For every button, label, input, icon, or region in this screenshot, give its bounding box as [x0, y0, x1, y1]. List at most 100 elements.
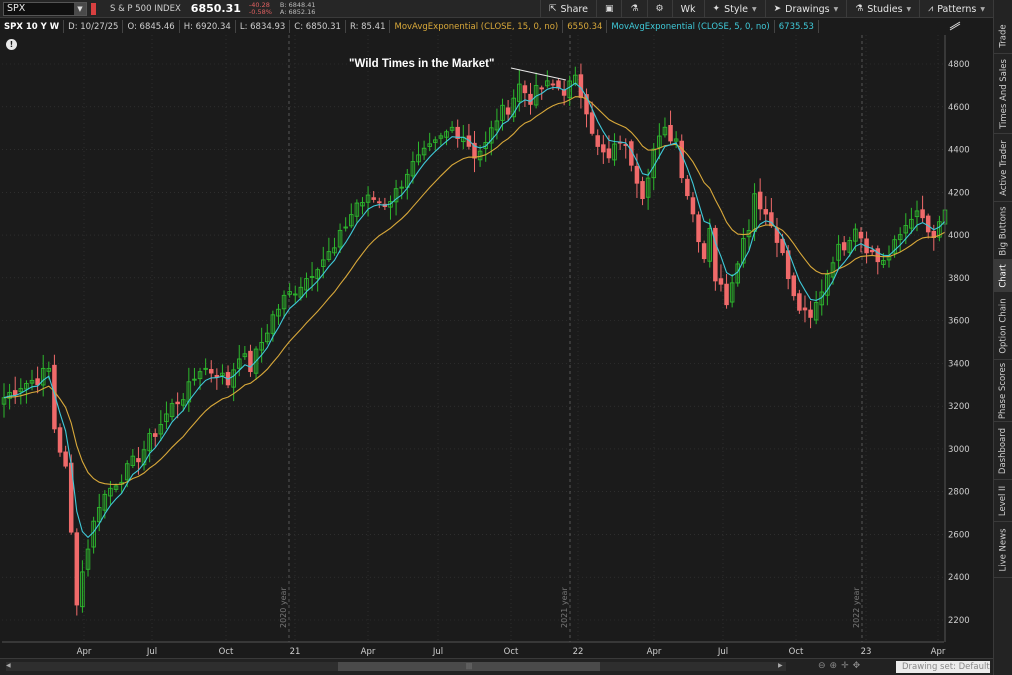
side-tab-big-buttons[interactable]: Big Buttons	[994, 202, 1012, 260]
candle	[668, 110, 673, 145]
side-tab-label: Times And Sales	[998, 58, 1009, 129]
drawing-set-selector[interactable]: Drawing set: Default	[896, 661, 990, 673]
price-tick-label: 3400	[948, 359, 970, 369]
chevron-down-icon: ▼	[980, 5, 985, 13]
scroll-thumb[interactable]: |||	[338, 662, 600, 671]
side-tab-label: Chart	[998, 263, 1009, 288]
candle	[208, 360, 214, 383]
ema15-value: 6550.34	[563, 20, 608, 33]
side-tab-label: Phase Scores	[998, 362, 1009, 419]
price-axis[interactable]: 2200 2400 2600 2800 3000 3200 3400 3600 3800 4000…	[944, 35, 970, 642]
candle	[214, 368, 220, 390]
bottom-bar: ◀ ||| ▶ ⊖ ⊕ ✛ ✥ Drawing set: Default	[0, 658, 993, 675]
ema5-label[interactable]: MovAvgExponential (CLOSE, 5, 0, no)	[607, 20, 775, 33]
symbol-input[interactable]: SPX ▼	[3, 1, 87, 16]
studies-button[interactable]: ⚗ Studies ▼	[846, 0, 919, 18]
candle	[729, 273, 735, 308]
year-marker-label: 2021 year	[560, 587, 569, 628]
annotation-wild-times[interactable]: "Wild Times in the Market"	[349, 58, 494, 70]
style-button[interactable]: ✦ Style ▼	[703, 0, 765, 18]
price-tick-label: 4600	[948, 103, 970, 113]
grid-button[interactable]: ▣	[595, 0, 622, 18]
candle	[466, 123, 472, 150]
candle	[808, 301, 813, 329]
candle	[382, 197, 388, 210]
pan-icon[interactable]: ✥	[853, 661, 861, 671]
flag-icon[interactable]	[91, 2, 96, 15]
candle	[897, 227, 903, 253]
bar-low: L: 6834.93	[236, 20, 291, 33]
candle	[57, 423, 63, 457]
zoom-in-icon[interactable]: ⊕	[830, 661, 838, 671]
year-marker-label: 2022 year	[852, 587, 861, 628]
side-tab-trade[interactable]: Trade	[994, 18, 1012, 54]
patterns-label: Patterns	[937, 3, 977, 15]
drawings-button[interactable]: ➤ Drawings ▼	[764, 0, 847, 18]
ema5-value: 6735.53	[775, 20, 819, 33]
price-tick-label: 3800	[948, 274, 970, 284]
side-tab-label: Level II	[998, 485, 1009, 516]
ask-value: A: 6852.16	[279, 7, 316, 16]
candle	[735, 260, 741, 287]
candle	[220, 364, 225, 385]
chart-title: SPX 10 Y W	[0, 20, 65, 33]
candle	[601, 135, 606, 164]
candle	[130, 449, 136, 469]
scroll-left-icon[interactable]: ◀	[6, 662, 14, 671]
scroll-right-icon[interactable]: ▶	[778, 662, 786, 671]
time-tick-label: Apr	[647, 647, 662, 657]
expand-icon[interactable]	[949, 21, 961, 31]
year-marker-label: 2020 year	[279, 587, 288, 628]
ema15-label[interactable]: MovAvgExponential (CLOSE, 15, 0, no)	[390, 20, 564, 33]
chevron-down-icon[interactable]: ▼	[74, 2, 86, 15]
side-tab-live-news[interactable]: Live News	[994, 522, 1012, 578]
price-tick-label: 3600	[948, 317, 970, 327]
candle	[259, 327, 264, 363]
candle	[265, 324, 270, 345]
candle	[869, 245, 875, 256]
price-tick-label: 4400	[948, 146, 970, 156]
patterns-button[interactable]: ⩘ Patterns ▼	[919, 0, 993, 18]
timeframe-button[interactable]: Wk	[671, 0, 704, 18]
time-tick-label: Apr	[77, 647, 92, 657]
flask-icon: ⚗	[855, 4, 864, 14]
side-tab-level-ii[interactable]: Level II	[994, 480, 1012, 522]
chevron-down-icon: ▼	[833, 5, 839, 13]
top-toolbar: SPX ▼ S & P 500 INDEX 6850.31 -40.28 -0.…	[0, 0, 993, 18]
bar-high: H: 6920.34	[180, 20, 236, 33]
side-tab-label: Active Trader	[998, 139, 1009, 196]
studies-label: Studies	[867, 3, 903, 15]
chart-info-row: SPX 10 Y W D: 10/27/25 O: 6845.46 H: 692…	[0, 19, 945, 34]
zoom-out-icon[interactable]: ⊖	[818, 661, 826, 671]
index-name: S & P 500 INDEX	[110, 3, 181, 14]
crosshair-icon[interactable]: ✛	[841, 661, 849, 671]
candle	[326, 237, 332, 262]
side-tab-times-and-sales[interactable]: Times And Sales	[994, 54, 1012, 134]
candle	[623, 138, 628, 159]
time-axis[interactable]: Apr Jul Oct 21 Apr Jul Oct 22 Apr Jul Oct 23 Apr	[2, 641, 946, 657]
share-label: Share	[560, 3, 588, 15]
side-tab-dashboard[interactable]: Dashboard	[994, 422, 1012, 480]
side-tab-active-trader[interactable]: Active Trader	[994, 134, 1012, 202]
side-tab-option-chain[interactable]: Option Chain	[994, 292, 1012, 360]
bid-ask: B: 6848.41 A: 6852.16	[279, 1, 316, 16]
settings-button[interactable]: ⚙	[646, 0, 672, 18]
horizontal-scrollbar[interactable]: ◀ ||| ▶	[6, 662, 786, 671]
side-tab-chart[interactable]: Chart	[994, 260, 1012, 292]
price-tick-label: 4200	[948, 188, 970, 198]
candle	[152, 428, 158, 447]
candle	[472, 130, 477, 173]
candle	[158, 410, 164, 442]
alert-icon[interactable]: !	[6, 39, 17, 50]
candle	[617, 135, 623, 151]
time-tick-label: Oct	[219, 647, 234, 657]
bar-range: R: 85.41	[346, 20, 391, 33]
candle	[377, 197, 382, 209]
candle	[449, 121, 455, 133]
time-tick-label: 23	[861, 647, 872, 657]
flask-icon: ⚗	[630, 4, 639, 14]
side-tab-phase-scores[interactable]: Phase Scores	[994, 360, 1012, 422]
flask-button[interactable]: ⚗	[621, 0, 646, 18]
price-chart[interactable]: 2020 year 2021 year 2022 year 2200 2400 2600…	[0, 0, 993, 658]
share-button[interactable]: ⇱ Share	[539, 0, 596, 18]
